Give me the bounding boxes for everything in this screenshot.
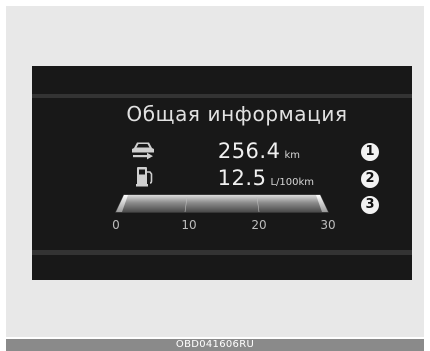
display-top-band [32,94,412,98]
fuel-economy-value: 12.5 [217,166,267,190]
display-bottom-band [32,250,412,255]
callout-marker-2: 2 [361,170,379,188]
callout-marker-3: 3 [361,196,379,214]
gauge-fill [116,195,328,212]
fuel-economy-value-group: 12.5 L/100km [218,166,314,190]
cluster-display: Общая информация 256.4 km 1 12.5 L/100km 2 [32,66,412,280]
distance-unit: km [284,150,300,161]
gauge-tick-label: 20 [251,218,267,232]
car-range-icon [130,139,156,161]
gauge-tick-label: 30 [320,218,336,232]
figure-code: OBD041606RU [6,339,424,351]
display-title: Общая информация [126,102,348,126]
callout-marker-1: 1 [361,143,379,161]
distance-value-group: 256.4 km [218,139,300,163]
gauge-tick-label: 0 [112,218,120,232]
gauge-tick-label: 10 [181,218,197,232]
fuel-pump-icon [135,165,155,187]
fuel-economy-unit: L/100km [270,177,314,188]
distance-value: 256.4 [217,139,281,163]
gauge-scale: 0 10 20 30 [112,218,336,232]
fuel-gauge-bar [114,192,330,216]
